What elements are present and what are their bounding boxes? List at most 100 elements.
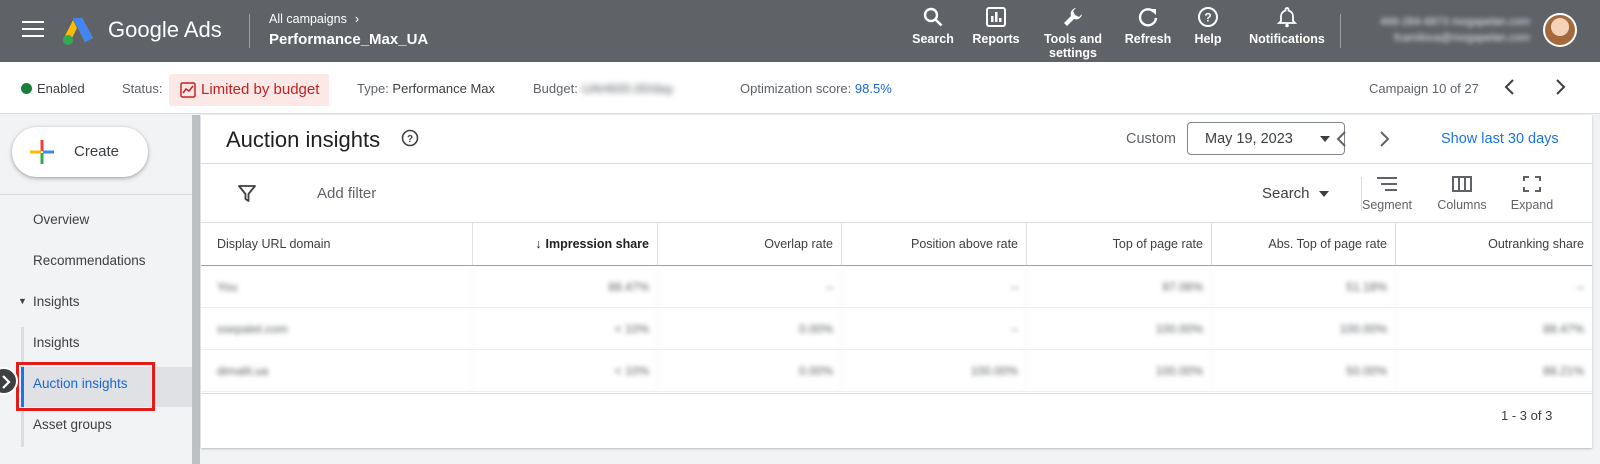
search-icon — [923, 7, 943, 27]
cell-impression-share: 88.47% — [473, 266, 658, 308]
divider — [249, 14, 250, 48]
refresh-icon — [1138, 8, 1158, 27]
reports-icon — [986, 7, 1006, 27]
avatar[interactable] — [1543, 13, 1577, 47]
cell-domain: ssepalet.com — [201, 308, 473, 350]
help-button[interactable]: ? Help — [1188, 6, 1228, 46]
table-row[interactable]: dimalit.ua < 10% 0.00% 100.00% 100.00% 5… — [201, 350, 1592, 392]
account-info[interactable]: 466-284-6873 mogapelan.com fcamilova@mog… — [1350, 14, 1530, 46]
sidebar-item-insights[interactable]: Insights — [33, 335, 80, 350]
columns-icon — [1452, 176, 1472, 192]
menu-icon[interactable] — [22, 21, 44, 39]
segment-icon — [1377, 177, 1397, 191]
sidebar-scrollbar[interactable] — [192, 115, 200, 464]
divider — [201, 163, 1592, 164]
table-row[interactable]: You 88.47% – – 97.06% 51.18% – — [201, 266, 1592, 308]
pagination-summary: 1 - 3 of 3 — [1501, 408, 1553, 423]
cell-impression-share: < 10% — [473, 350, 658, 392]
refresh-label: Refresh — [1124, 32, 1172, 46]
divider — [1340, 14, 1341, 48]
expand-button[interactable]: Expand — [1501, 175, 1563, 212]
next-date-chevron-icon[interactable] — [1376, 128, 1392, 150]
caret-down-icon — [1319, 191, 1329, 197]
segment-label: Segment — [1361, 198, 1413, 212]
page-title: Auction insights — [226, 127, 381, 152]
notifications-button[interactable]: Notifications — [1246, 6, 1328, 46]
sidebar-item-overview[interactable]: Overview — [33, 212, 89, 227]
wrench-icon — [1064, 8, 1082, 26]
cell-top-of-page-rate: 100.00% — [1027, 350, 1212, 392]
limited-by-budget-badge[interactable]: Limited by budget — [169, 74, 330, 106]
sidebar-item-recommendations[interactable]: Recommendations — [33, 253, 146, 268]
divider — [0, 194, 192, 195]
cell-position-above-rate: – — [842, 266, 1027, 308]
filter-icon[interactable] — [237, 183, 257, 203]
brand-name[interactable]: Google Ads — [108, 17, 222, 43]
breadcrumb-all-campaigns[interactable]: All campaigns — [269, 12, 347, 26]
cell-overlap-rate: 0.00% — [658, 308, 842, 350]
column-header-outranking-share[interactable]: Outranking share — [1396, 223, 1592, 265]
expand-icon — [1523, 176, 1541, 192]
date-mode-label: Custom — [1126, 131, 1176, 147]
column-header-abs-top-of-page-rate[interactable]: Abs. Top of page rate — [1212, 223, 1396, 265]
segment-button[interactable]: Segment — [1353, 175, 1421, 212]
next-campaign-chevron-icon[interactable] — [1552, 76, 1568, 98]
create-button[interactable]: Create — [12, 127, 148, 177]
create-label: Create — [74, 143, 120, 160]
optimization-score[interactable]: Optimization score: 98.5% — [740, 81, 892, 96]
cell-top-of-page-rate: 100.00% — [1027, 308, 1212, 350]
columns-button[interactable]: Columns — [1429, 175, 1495, 212]
sidebar-group-insights[interactable]: Insights — [33, 294, 80, 309]
column-header-display-url-domain[interactable]: Display URL domain — [201, 223, 473, 265]
tools-and-settings-button[interactable]: Tools and settings — [1040, 6, 1106, 60]
add-filter-button[interactable]: Add filter — [317, 185, 376, 202]
arrow-down-icon: ↓ — [535, 237, 542, 251]
date-picker[interactable]: May 19, 2023 — [1187, 122, 1345, 155]
sidebar-item-asset-groups[interactable]: Asset groups — [33, 417, 112, 432]
cell-abs-top-of-page-rate: 51.18% — [1212, 266, 1396, 308]
budget-value: UAH600.00/day — [581, 81, 674, 96]
columns-label: Columns — [1437, 198, 1487, 212]
search-label: Search — [912, 32, 954, 46]
help-icon[interactable]: ? — [401, 129, 419, 147]
cell-outranking-share: 88.21% — [1543, 364, 1584, 378]
previous-date-chevron-icon[interactable] — [1334, 128, 1350, 150]
table-header: Display URL domain ↓ Impression share Ove… — [201, 223, 1592, 266]
caret-down-icon[interactable]: ▼ — [18, 296, 27, 306]
campaign-counter: Campaign 10 of 27 — [1369, 81, 1479, 96]
enabled-status-dot — [21, 83, 32, 94]
cell-overlap-rate: – — [658, 266, 842, 308]
cell-abs-top-of-page-rate: 100.00% — [1212, 308, 1396, 350]
refresh-button[interactable]: Refresh — [1122, 6, 1174, 46]
type-value: Performance Max — [392, 81, 496, 96]
svg-text:?: ? — [1204, 11, 1211, 25]
search-button[interactable]: Search — [905, 6, 961, 46]
help-icon: ? — [1198, 7, 1218, 27]
campaign-state[interactable]: Enabled — [37, 81, 85, 96]
campaign-status-bar: Enabled Status: Limited by budget Type: … — [0, 62, 1600, 114]
column-header-impression-share[interactable]: ↓ Impression share — [473, 223, 658, 265]
breadcrumb[interactable]: All campaigns › — [269, 12, 359, 26]
cell-abs-top-of-page-rate: 50.00% — [1212, 350, 1396, 392]
search-dropdown-label: Search — [1262, 185, 1310, 202]
help-label: Help — [1194, 32, 1222, 46]
table-row[interactable]: ssepalet.com < 10% 0.00% – 100.00% 100.0… — [201, 308, 1592, 350]
cell-position-above-rate: 100.00% — [842, 350, 1027, 392]
bell-icon — [1276, 7, 1298, 28]
expand-label: Expand — [1510, 198, 1554, 212]
svg-text:?: ? — [407, 134, 413, 145]
impression-share-label: Impression share — [545, 237, 649, 251]
show-last-30-days-link[interactable]: Show last 30 days — [1441, 131, 1559, 147]
tools-label-line1: Tools and — [1043, 32, 1103, 46]
previous-campaign-chevron-icon[interactable] — [1502, 76, 1518, 98]
cell-outranking-share: – — [1577, 280, 1584, 294]
reports-button[interactable]: Reports — [966, 6, 1026, 46]
column-header-overlap-rate[interactable]: Overlap rate — [658, 223, 842, 265]
search-dropdown[interactable]: Search — [1262, 185, 1329, 202]
cell-domain: dimalit.ua — [201, 350, 473, 392]
auction-insights-panel: Auction insights ? Custom May 19, 2023 S… — [201, 115, 1592, 448]
column-header-position-above-rate[interactable]: Position above rate — [842, 223, 1027, 265]
campaign-name[interactable]: Performance_Max_UA — [269, 31, 428, 48]
campaign-budget[interactable]: Budget: UAH600.00/day — [533, 81, 673, 96]
column-header-top-of-page-rate[interactable]: Top of page rate — [1027, 223, 1212, 265]
